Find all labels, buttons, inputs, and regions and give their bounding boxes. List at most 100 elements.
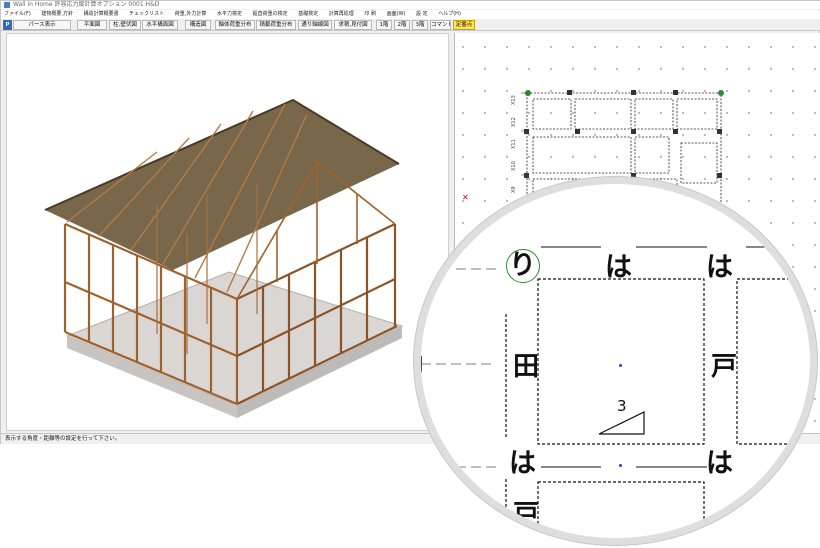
column-mark-door-2: 戸	[513, 500, 540, 530]
area-calc-button[interactable]: 求積,見付図	[334, 20, 372, 30]
grid-dot	[660, 90, 662, 92]
horizontal-plane-button[interactable]: 水平構面図	[142, 20, 178, 30]
grid-dot	[682, 68, 684, 70]
grid-dot	[572, 68, 574, 70]
menu-checklist[interactable]: チェックリスト	[129, 11, 164, 17]
grid-dot	[814, 420, 816, 422]
grid-dot	[748, 156, 750, 158]
menu-building-outline[interactable]: 建物概要,方針	[41, 11, 73, 17]
toolbar: P パース表示 平面図 柱,壁伏図 水平構面図 構造図 軸体荷重分布 積載荷重分…	[1, 19, 820, 31]
axis-label-x10: X10	[511, 161, 517, 171]
grid-dot	[528, 134, 530, 136]
column-wall-plan-button[interactable]: 柱,壁伏図	[109, 20, 141, 30]
grid-dot	[770, 112, 772, 114]
menu-vertical-check[interactable]: 鉛直荷重の検定	[253, 11, 288, 17]
command-button[interactable]: コマンド	[430, 20, 451, 30]
grid-dot	[506, 156, 508, 158]
perspective-pane[interactable]	[6, 33, 449, 431]
grid-dot	[616, 90, 618, 92]
grid-dot	[462, 68, 464, 70]
grid-dot	[814, 90, 816, 92]
grid-dot	[616, 134, 618, 136]
grid-dot	[616, 112, 618, 114]
perspective-view-button[interactable]: パース表示	[13, 20, 71, 30]
grid-dot	[484, 90, 486, 92]
grid-dot	[484, 156, 486, 158]
column-mark-door-1: 戸	[711, 352, 738, 382]
grid-dot	[594, 90, 596, 92]
menu-view[interactable]: 画面(W)	[387, 11, 406, 17]
axis-line-button[interactable]: 通り軸線図	[298, 20, 332, 30]
grid-dot	[616, 156, 618, 158]
grid-dot	[748, 134, 750, 136]
grid-dot	[484, 134, 486, 136]
grid-dot	[814, 266, 816, 268]
grid-dot	[770, 156, 772, 158]
slope-triangle	[598, 411, 645, 435]
grid-dot	[792, 134, 794, 136]
grid-dot	[572, 90, 574, 92]
menu-file[interactable]: ファイル(F)	[4, 11, 31, 17]
grid-dot	[770, 46, 772, 48]
menu-recalc[interactable]: 計算再処理	[329, 11, 354, 17]
grid-dot	[682, 90, 684, 92]
menu-load-calc[interactable]: 荷重,外力計算	[175, 11, 207, 17]
grid-dot	[682, 112, 684, 114]
frame-load-button[interactable]: 軸体荷重分布	[215, 20, 255, 30]
grid-dot	[638, 68, 640, 70]
grid-dot	[506, 112, 508, 114]
grid-dot	[814, 68, 816, 70]
fixed-point-button[interactable]: 定番点	[453, 20, 475, 30]
menu-settings[interactable]: 設 定	[416, 11, 428, 17]
menu-structure-summary[interactable]: 構造計算概要書	[84, 11, 119, 17]
grid-dot	[682, 134, 684, 136]
grid-dot	[748, 46, 750, 48]
grid-dot	[506, 46, 508, 48]
grid-dot	[550, 112, 552, 114]
floor-3-button[interactable]: 3階	[412, 20, 428, 30]
grid-dot	[792, 112, 794, 114]
menu-foundation-check[interactable]: 基礎検定	[298, 11, 318, 17]
grid-dot	[748, 112, 750, 114]
grid-dot	[638, 156, 640, 158]
grid-dot	[550, 68, 552, 70]
grid-dot	[550, 134, 552, 136]
grid-dot	[594, 156, 596, 158]
zoomed-walls	[505, 278, 810, 538]
app-icon	[4, 2, 10, 8]
slope-value-label: 3	[617, 397, 627, 415]
grid-dot	[594, 68, 596, 70]
grid-dot	[814, 200, 816, 202]
grid-dot	[682, 156, 684, 158]
grid-dot	[462, 134, 464, 136]
grid-dot	[462, 46, 464, 48]
zoom-magnifier: り は は は は 田 戸 戸 3	[414, 177, 817, 545]
grid-dot	[484, 68, 486, 70]
grid-dot	[814, 288, 816, 290]
menu-help[interactable]: ヘルプ(H)	[438, 11, 461, 17]
grid-dot	[814, 398, 816, 400]
structure-view-button[interactable]: 構造図	[185, 20, 211, 30]
grid-dot	[616, 46, 618, 48]
column-mark-ha-2: は	[706, 252, 733, 283]
grid-dot	[792, 46, 794, 48]
grid-dot	[484, 112, 486, 114]
grid-dot	[594, 112, 596, 114]
plan-view-button[interactable]: 平面図	[77, 20, 107, 30]
menu-print[interactable]: 印 刷	[364, 11, 376, 17]
app-root: Wall in Home 許容応力度計算オプション 0001 H&D ファイル(…	[0, 0, 820, 548]
p-mode-button[interactable]: P	[3, 20, 12, 30]
window-title: Wall in Home 許容応力度計算オプション 0001 H&D	[13, 1, 160, 8]
column-mark-ha-4: は	[706, 448, 733, 479]
grid-dot	[572, 156, 574, 158]
column-mark-ha-1: は	[605, 252, 632, 283]
floor-2-button[interactable]: 2階	[394, 20, 410, 30]
grid-dot	[704, 90, 706, 92]
grid-dot	[550, 156, 552, 158]
floor-load-button[interactable]: 積載荷重分布	[256, 20, 296, 30]
grid-dot	[726, 46, 728, 48]
floor-1-button[interactable]: 1階	[376, 20, 392, 30]
menu-horizontal-check[interactable]: 水平力検定	[217, 11, 242, 17]
grid-dot	[726, 90, 728, 92]
grid-dot	[814, 244, 816, 246]
